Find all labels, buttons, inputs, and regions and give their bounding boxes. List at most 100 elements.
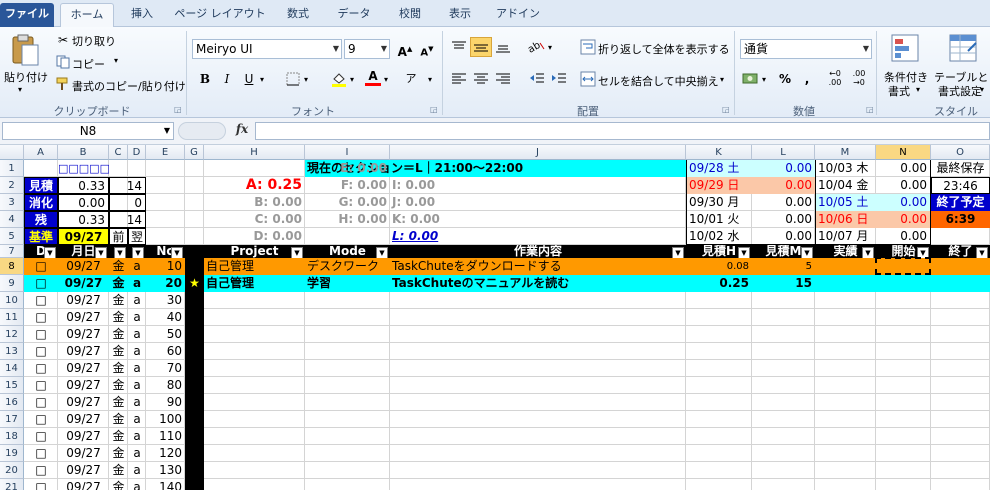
- task-checkbox[interactable]: □: [24, 411, 58, 428]
- task-project[interactable]: [204, 326, 305, 343]
- align-bottom-icon[interactable]: [492, 37, 514, 57]
- table-header-cell[interactable]: No ▼: [146, 245, 185, 258]
- formula-input[interactable]: [255, 122, 990, 140]
- row-header-3[interactable]: 3: [0, 194, 24, 211]
- task-weekday[interactable]: 金: [109, 462, 128, 479]
- task-marker[interactable]: [185, 309, 204, 326]
- align-right-icon[interactable]: [492, 69, 514, 89]
- task-content[interactable]: TaskChuteのマニュアルを読む: [390, 275, 686, 292]
- row-header-5[interactable]: 5: [0, 228, 24, 245]
- task-date[interactable]: 09/27: [58, 326, 109, 343]
- increase-indent-icon[interactable]: [548, 69, 570, 89]
- column-header-c[interactable]: C: [109, 145, 128, 160]
- task-start[interactable]: [876, 309, 931, 326]
- task-number[interactable]: 30: [146, 292, 185, 309]
- calendar-value[interactable]: 0.00: [752, 177, 815, 194]
- task-actual[interactable]: [815, 360, 876, 377]
- task-content[interactable]: [390, 462, 686, 479]
- decrease-font-icon[interactable]: A▼: [416, 39, 438, 59]
- task-actual[interactable]: [815, 377, 876, 394]
- task-section[interactable]: a: [128, 309, 146, 326]
- accounting-dropdown-icon[interactable]: ▾: [762, 75, 766, 84]
- section-h[interactable]: H: 0.00: [305, 211, 390, 228]
- tab-data[interactable]: データ: [326, 3, 382, 27]
- align-center-icon[interactable]: [470, 69, 492, 89]
- task-actual[interactable]: [815, 394, 876, 411]
- task-end[interactable]: [931, 394, 990, 411]
- task-est-hours[interactable]: [686, 360, 752, 377]
- task-est-minutes[interactable]: [752, 479, 815, 490]
- task-number[interactable]: 100: [146, 411, 185, 428]
- task-end[interactable]: [931, 462, 990, 479]
- table-header-cell[interactable]: Project ▼: [204, 245, 305, 258]
- align-top-icon[interactable]: [448, 37, 470, 57]
- last-save-label[interactable]: 最終保存: [931, 160, 990, 177]
- column-header-g[interactable]: G: [185, 145, 204, 160]
- section-l[interactable]: L: 0.00: [390, 228, 686, 245]
- task-end[interactable]: [931, 275, 990, 292]
- task-checkbox[interactable]: □: [24, 275, 58, 292]
- task-est-minutes[interactable]: 5: [752, 258, 815, 275]
- calendar-value[interactable]: 0.00: [876, 160, 931, 177]
- task-start[interactable]: [876, 377, 931, 394]
- task-project[interactable]: [204, 377, 305, 394]
- active-cell-outline[interactable]: [875, 257, 931, 275]
- task-est-hours[interactable]: [686, 326, 752, 343]
- task-number[interactable]: 10: [146, 258, 185, 275]
- phonetic-icon[interactable]: ア: [400, 69, 422, 89]
- task-number[interactable]: 60: [146, 343, 185, 360]
- section-a[interactable]: A: 0.25: [204, 177, 305, 194]
- paste-icon[interactable]: [8, 33, 42, 67]
- column-header-i[interactable]: I: [305, 145, 390, 160]
- b1-cell[interactable]: □□□□□: [58, 160, 109, 177]
- task-weekday[interactable]: 金: [109, 394, 128, 411]
- calendar-value[interactable]: 0.00: [876, 177, 931, 194]
- row-header-9[interactable]: 9: [0, 275, 24, 292]
- task-number[interactable]: 50: [146, 326, 185, 343]
- task-section[interactable]: a: [128, 411, 146, 428]
- section-b[interactable]: B: 0.00: [204, 194, 305, 211]
- task-content[interactable]: [390, 394, 686, 411]
- column-header-d[interactable]: D: [128, 145, 146, 160]
- task-est-hours[interactable]: [686, 462, 752, 479]
- task-number[interactable]: 40: [146, 309, 185, 326]
- task-marker[interactable]: [185, 258, 204, 275]
- task-section[interactable]: a: [128, 445, 146, 462]
- task-est-hours[interactable]: [686, 394, 752, 411]
- task-actual[interactable]: [815, 479, 876, 490]
- italic-button[interactable]: I: [216, 69, 238, 89]
- percent-button[interactable]: %: [774, 69, 796, 89]
- tab-view[interactable]: 表示: [438, 3, 482, 27]
- task-mode[interactable]: [305, 326, 390, 343]
- row-header-18[interactable]: 18: [0, 428, 24, 445]
- column-header-l[interactable]: L: [752, 145, 815, 160]
- table-header-cell[interactable]: ▼: [128, 245, 146, 258]
- column-header-h[interactable]: H: [204, 145, 305, 160]
- task-marker[interactable]: [185, 377, 204, 394]
- tab-home[interactable]: ホーム: [60, 3, 114, 27]
- task-mode[interactable]: [305, 462, 390, 479]
- column-header-m[interactable]: M: [815, 145, 876, 160]
- task-checkbox[interactable]: □: [24, 428, 58, 445]
- task-end[interactable]: [931, 292, 990, 309]
- table-header-cell[interactable]: [185, 245, 204, 258]
- row-header-21[interactable]: 21: [0, 479, 24, 490]
- task-weekday[interactable]: 金: [109, 377, 128, 394]
- summary-label[interactable]: 基準: [24, 228, 58, 245]
- task-end[interactable]: [931, 411, 990, 428]
- filter-dropdown-icon[interactable]: ▼: [95, 247, 107, 258]
- task-marker[interactable]: [185, 462, 204, 479]
- filter-dropdown-icon[interactable]: ▼: [114, 247, 126, 258]
- text-orientation-icon[interactable]: ab: [526, 37, 548, 57]
- task-date[interactable]: 09/27: [58, 411, 109, 428]
- section-k[interactable]: K: 0.00: [390, 211, 686, 228]
- tab-insert[interactable]: 挿入: [120, 3, 164, 27]
- align-middle-icon[interactable]: [470, 37, 492, 57]
- task-actual[interactable]: [815, 292, 876, 309]
- summary-count[interactable]: 14: [109, 177, 146, 194]
- section-f[interactable]: F: 0.00: [305, 177, 390, 194]
- task-est-minutes[interactable]: [752, 428, 815, 445]
- chevron-down-icon[interactable]: ▼: [381, 40, 387, 58]
- task-actual[interactable]: [815, 411, 876, 428]
- cut-button[interactable]: 切り取り: [72, 33, 116, 49]
